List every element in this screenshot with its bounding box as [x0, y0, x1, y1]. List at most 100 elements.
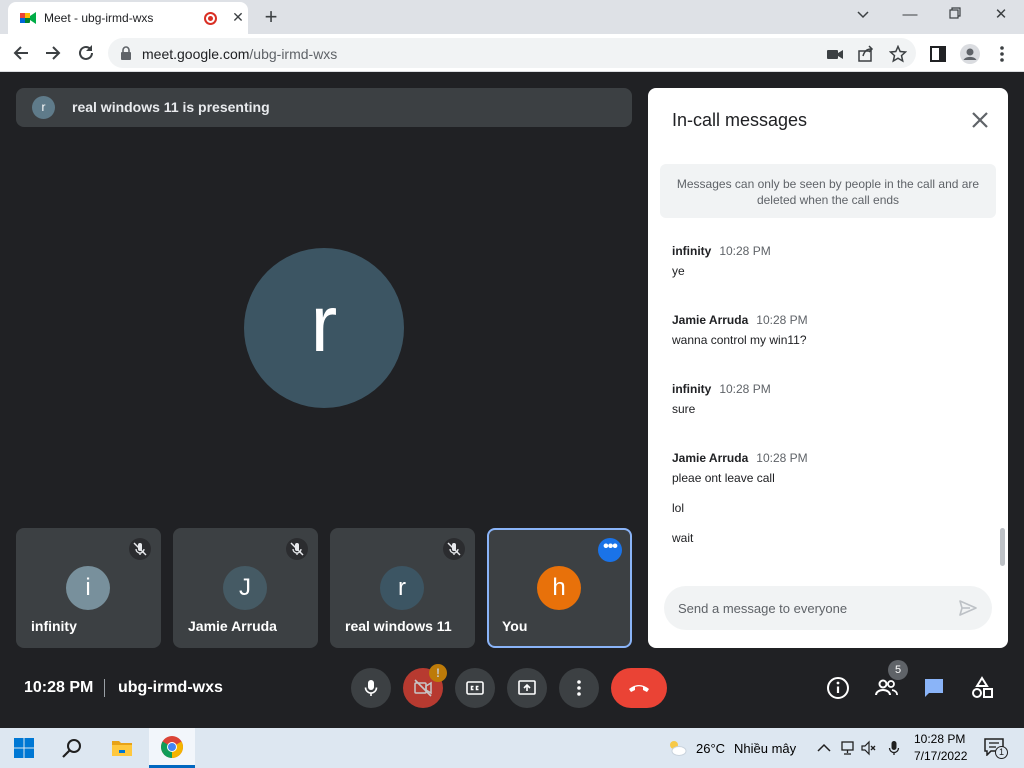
- tab-title: Meet - ubg-irmd-wxs: [44, 11, 154, 25]
- message-time: 10:28 PM: [719, 382, 771, 396]
- participant-name: infinity: [31, 618, 77, 634]
- participant-avatar: J: [223, 566, 267, 610]
- minimize-button[interactable]: —: [895, 4, 925, 28]
- message-sender: infinity: [672, 382, 712, 396]
- share-icon[interactable]: [857, 45, 875, 63]
- participant-avatar: h: [537, 566, 581, 610]
- notification-count-badge: 1: [995, 746, 1008, 759]
- windows-start-icon[interactable]: [12, 736, 36, 760]
- chat-scrollbar[interactable]: [1000, 528, 1005, 566]
- search-icon[interactable]: [60, 736, 84, 760]
- clock-time[interactable]: 10:28 PM: [914, 732, 965, 746]
- chat-message: Jamie Arruda 10:28 PM wanna control my wi…: [672, 311, 972, 347]
- profile-avatar-icon[interactable]: [960, 44, 980, 64]
- chat-title: In-call messages: [672, 110, 808, 130]
- send-icon[interactable]: [958, 598, 978, 618]
- mic-muted-icon: [286, 538, 308, 560]
- weather-cloudy-icon[interactable]: [666, 738, 688, 758]
- meeting-info-icon[interactable]: [826, 676, 850, 700]
- message-sender: Jamie Arruda: [672, 451, 749, 465]
- chat-message: Jamie Arruda 10:28 PM pleae ont leave cal…: [672, 449, 972, 545]
- recording-icon: [204, 12, 217, 25]
- chat-panel: In-call messages Messages can only be se…: [648, 88, 1008, 648]
- hang-up-icon: [629, 685, 649, 692]
- network-icon[interactable]: [839, 740, 855, 756]
- microphone-icon: [364, 680, 378, 696]
- back-button[interactable]: [8, 40, 34, 66]
- chat-input-box[interactable]: [664, 586, 992, 630]
- meet-stage: r real windows 11 is presenting r i infi…: [0, 72, 1024, 728]
- message-sender: Jamie Arruda: [672, 313, 749, 327]
- microphone-in-use-icon[interactable]: [886, 740, 902, 756]
- participant-tile-jamie-arruda[interactable]: J Jamie Arruda: [173, 528, 318, 648]
- camera-blocked-icon[interactable]: [826, 45, 844, 63]
- forward-button[interactable]: [40, 40, 66, 66]
- windows-taskbar: 26°C Nhiều mây 10:28 PM 7/17/2022 1: [0, 728, 1024, 768]
- presenting-text: real windows 11 is presenting: [72, 99, 270, 115]
- people-count-badge: 5: [888, 660, 908, 680]
- meeting-time: 10:28 PM: [24, 679, 94, 696]
- activities-icon[interactable]: [970, 676, 994, 700]
- close-window-button[interactable]: ✕: [986, 4, 1016, 28]
- message-text: sure: [672, 402, 696, 416]
- present-screen-icon: [518, 680, 536, 695]
- present-button[interactable]: [507, 668, 547, 708]
- message-sender: infinity: [672, 244, 712, 258]
- captions-button[interactable]: [455, 668, 495, 708]
- browser-toolbar: meet.google.com/ubg-irmd-wxs: [0, 34, 1024, 72]
- browser-tab-strip: Meet - ubg-irmd-wxs ✕ + — ✕: [0, 0, 1024, 34]
- chrome-taskbar-button[interactable]: [149, 728, 195, 768]
- reload-button[interactable]: [73, 40, 99, 66]
- lock-icon[interactable]: [120, 46, 132, 60]
- captions-icon: [466, 681, 484, 695]
- side-panel-icon[interactable]: [928, 44, 948, 64]
- weather-temperature[interactable]: 26°C: [696, 741, 725, 756]
- presenting-banner: r real windows 11 is presenting: [16, 88, 632, 127]
- message-text: lol: [672, 501, 685, 515]
- more-vert-icon: [577, 680, 581, 696]
- participant-avatar: i: [66, 566, 110, 610]
- message-text: wait: [672, 531, 694, 545]
- close-icon[interactable]: [968, 108, 992, 132]
- more-options-button[interactable]: [559, 668, 599, 708]
- message-time: 10:28 PM: [719, 244, 771, 258]
- weather-description[interactable]: Nhiều mây: [734, 741, 796, 756]
- url-text: meet.google.com/ubg-irmd-wxs: [142, 46, 338, 62]
- participant-tile-real-windows-11[interactable]: r real windows 11: [330, 528, 475, 648]
- clock-date[interactable]: 7/17/2022: [914, 749, 967, 763]
- message-text: ye: [672, 264, 685, 278]
- restore-button[interactable]: [940, 4, 970, 28]
- participant-tile-infinity[interactable]: i infinity: [16, 528, 161, 648]
- divider: [104, 679, 105, 697]
- leave-call-button[interactable]: [611, 668, 667, 708]
- chevron-up-icon[interactable]: [816, 740, 832, 756]
- message-time: 10:28 PM: [756, 451, 808, 465]
- tab-search-icon[interactable]: [848, 4, 878, 28]
- message-text: pleae ont leave call: [672, 471, 775, 485]
- mic-muted-icon: [129, 538, 151, 560]
- participant-avatar: r: [380, 566, 424, 610]
- meeting-code: ubg-irmd-wxs: [118, 679, 223, 696]
- microphone-button[interactable]: [351, 668, 391, 708]
- mic-muted-icon: [443, 538, 465, 560]
- participant-name: Jamie Arruda: [188, 618, 277, 634]
- camera-warning-badge: !: [429, 664, 447, 682]
- participant-tile-self[interactable]: ••• h You: [487, 528, 632, 648]
- google-meet-icon: [20, 12, 36, 24]
- browser-tab[interactable]: Meet - ubg-irmd-wxs ✕: [8, 2, 248, 34]
- volume-muted-icon[interactable]: [861, 740, 877, 756]
- camera-off-icon: [414, 679, 432, 697]
- chat-message-input[interactable]: [678, 598, 938, 618]
- participant-name: You: [502, 618, 528, 634]
- close-tab-icon[interactable]: ✕: [230, 9, 246, 26]
- new-tab-button[interactable]: +: [259, 4, 283, 30]
- notification-center-button[interactable]: 1: [984, 738, 1008, 759]
- more-options-icon[interactable]: •••: [598, 538, 622, 562]
- chat-icon[interactable]: [922, 676, 946, 700]
- address-bar[interactable]: meet.google.com/ubg-irmd-wxs: [108, 38, 916, 68]
- browser-menu-icon[interactable]: [992, 44, 1012, 64]
- chat-message: infinity 10:28 PM ye: [672, 242, 972, 278]
- camera-button[interactable]: !: [403, 664, 447, 708]
- file-explorer-icon[interactable]: [110, 736, 134, 760]
- bookmark-star-icon[interactable]: [889, 45, 907, 63]
